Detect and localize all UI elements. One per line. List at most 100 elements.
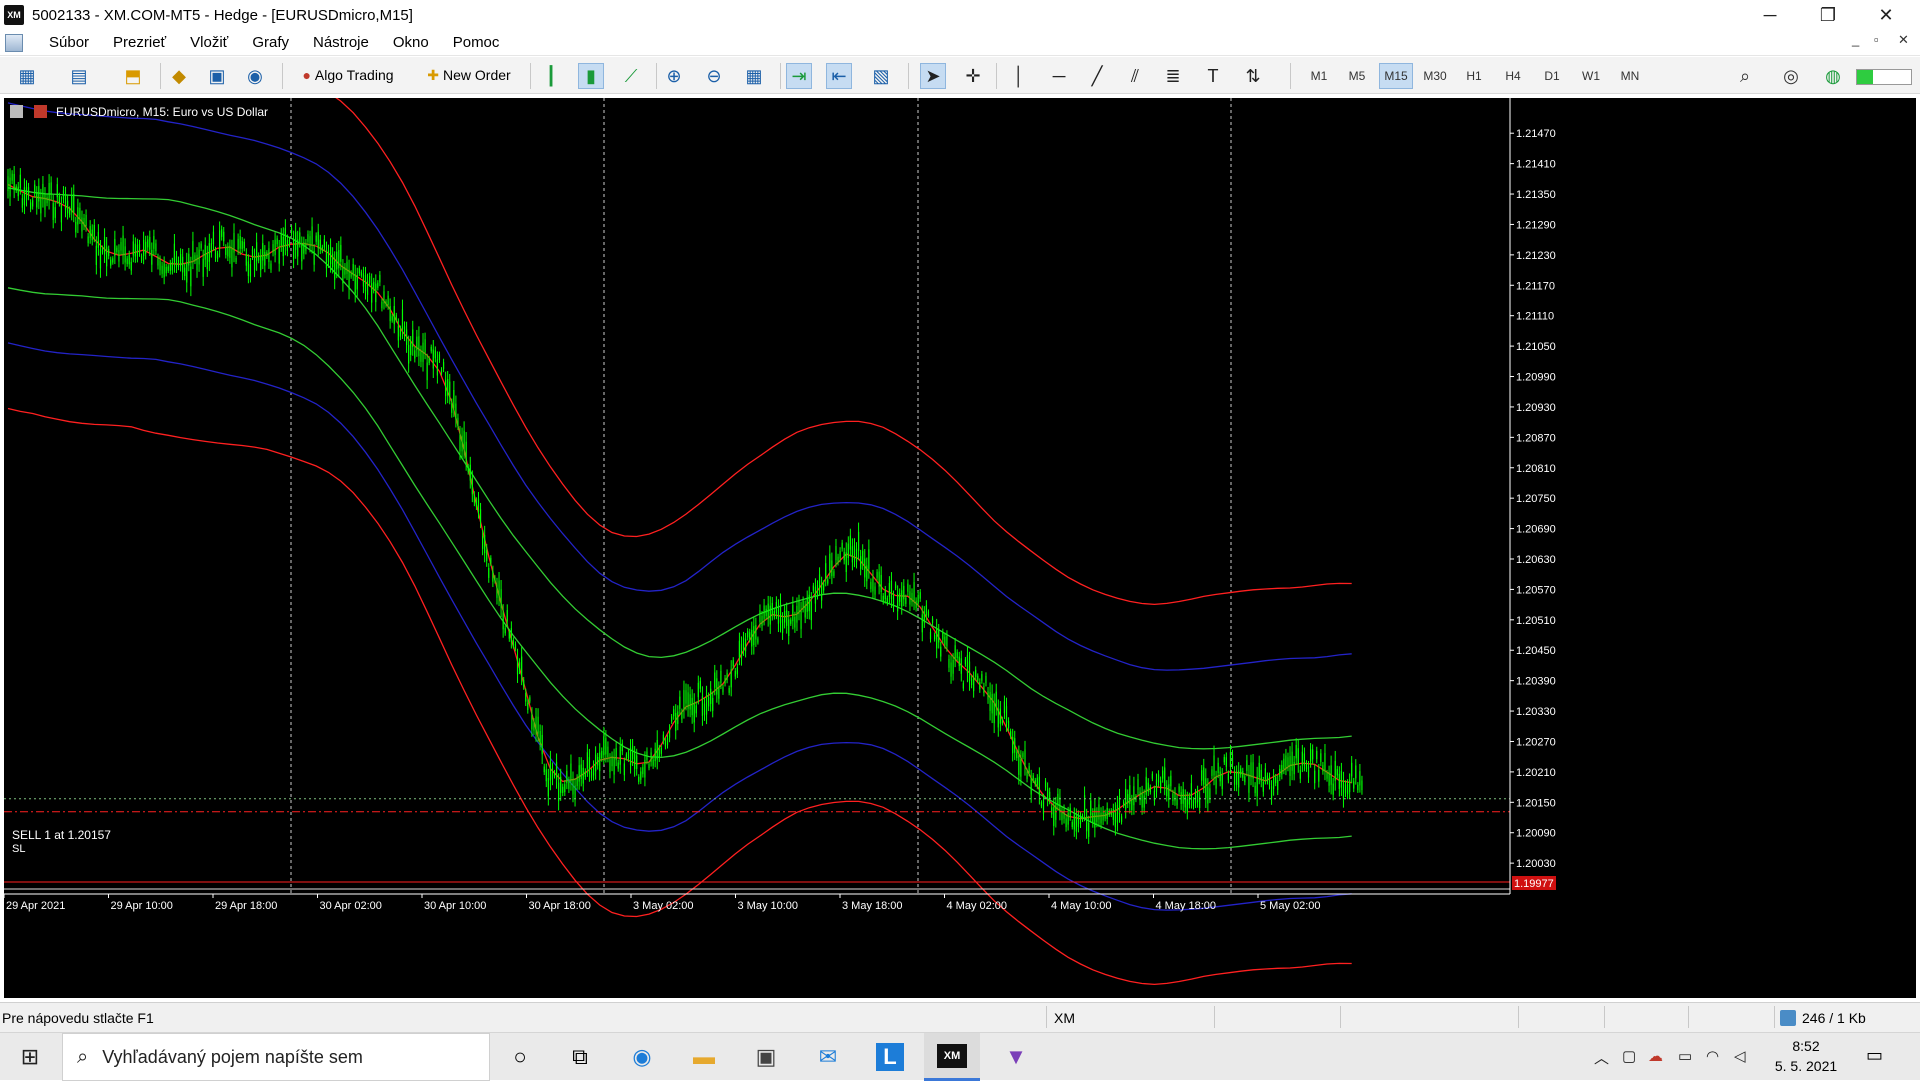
timeframe-h1[interactable]: H1 — [1457, 63, 1491, 89]
tray-device-icon[interactable]: ▢ — [1622, 1047, 1636, 1065]
volume-icon[interactable]: ◁ — [1734, 1047, 1746, 1065]
candle-body — [654, 748, 656, 762]
data-window-icon[interactable]: ◆ — [166, 63, 192, 89]
menu-prezriet[interactable]: Prezrieť — [101, 34, 178, 51]
timeframe-m15[interactable]: M15 — [1379, 63, 1413, 89]
grid-icon[interactable]: ▦ — [741, 63, 767, 89]
candle-body — [451, 403, 453, 413]
candle-body — [970, 678, 973, 686]
price-label: 1.21470 — [1516, 128, 1556, 140]
candlestick-chart-icon[interactable]: ▮ — [578, 63, 604, 89]
minimize-button[interactable]: ─ — [1742, 0, 1798, 30]
profiles-icon[interactable]: ▤ — [66, 63, 92, 89]
candle-body — [130, 261, 132, 271]
candle-body — [1047, 788, 1049, 801]
price-label: 1.21110 — [1516, 311, 1554, 323]
task-view-icon[interactable]: ⧉ — [552, 1033, 608, 1081]
menu-subor[interactable]: Súbor — [37, 34, 101, 51]
mdi-restore-button[interactable]: ▫ — [1874, 32, 1879, 47]
cursor-icon[interactable]: ➤ — [920, 63, 946, 89]
candle-body — [210, 243, 212, 253]
close-button[interactable]: ✕ — [1858, 0, 1914, 30]
crosshair-icon[interactable]: ✛ — [960, 63, 986, 89]
menu-vlozit[interactable]: Vložiť — [178, 34, 240, 51]
equidistant-channel-icon[interactable]: ⫽ — [1122, 63, 1148, 89]
notification-icon[interactable]: ▭ — [1866, 1045, 1883, 1066]
menu-grafy[interactable]: Grafy — [240, 34, 301, 51]
candle-body — [410, 342, 412, 355]
xm-mt5-taskbar-icon[interactable]: XM — [924, 1033, 980, 1081]
candle-body — [1057, 793, 1059, 806]
account-icon[interactable]: ◎ — [1778, 63, 1804, 89]
chart-canvas[interactable]: 1.19977 1.21470 1.21410 1.21350 1.21290 1.21… — [4, 98, 1916, 998]
vertical-line-icon[interactable]: │ — [1006, 63, 1032, 89]
menu-pomoc[interactable]: Pomoc — [441, 34, 512, 51]
fibonacci-icon[interactable]: ≣ — [1160, 63, 1186, 89]
market-watch-icon[interactable]: ⬒ — [120, 63, 146, 89]
trendline-icon[interactable]: ╱ — [1084, 63, 1110, 89]
mdi-minimize-button[interactable]: _ — [1852, 32, 1859, 47]
candle-body — [973, 678, 975, 692]
edge-icon[interactable]: ◉ — [614, 1033, 670, 1081]
start-button[interactable]: ⊞ — [0, 1033, 60, 1081]
candle-body — [597, 757, 599, 766]
timeframe-d1[interactable]: D1 — [1535, 63, 1569, 89]
purple-app-icon[interactable]: ▼ — [988, 1033, 1044, 1081]
chart-window-icon[interactable] — [5, 33, 23, 52]
candle-body — [479, 509, 482, 522]
tray-onedrive-icon[interactable]: ☁ — [1648, 1047, 1663, 1065]
candle-body — [157, 257, 159, 266]
algo-trading-button[interactable]: ● Algo Trading — [288, 61, 408, 89]
timeframe-m5[interactable]: M5 — [1340, 63, 1374, 89]
traffic-icon — [1780, 1010, 1796, 1026]
price-chart[interactable]: 1.19977 1.21470 1.21410 1.21350 1.21290 1.21… — [4, 98, 1916, 998]
autoscroll-icon[interactable]: ⇥ — [786, 63, 812, 89]
file-explorer-icon[interactable]: ▬ — [676, 1033, 732, 1081]
timeframe-mn[interactable]: MN — [1613, 63, 1647, 89]
candle-body — [1001, 718, 1003, 724]
menu-okno[interactable]: Okno — [381, 34, 441, 51]
timeframe-w1[interactable]: W1 — [1574, 63, 1608, 89]
clock[interactable]: 8:52 5. 5. 2021 — [1772, 1036, 1840, 1076]
zoom-in-icon[interactable]: ⊕ — [661, 63, 687, 89]
candle-body — [249, 264, 252, 277]
candle-body — [1061, 811, 1063, 821]
line-chart-icon[interactable]: ⟋ — [618, 63, 644, 89]
vps-icon[interactable]: ◍ — [1820, 63, 1846, 89]
mdi-close-button[interactable]: ✕ — [1898, 32, 1909, 48]
search-icon[interactable]: ⌕ — [1732, 63, 1758, 89]
timeframe-m30[interactable]: M30 — [1418, 63, 1452, 89]
arrows-icon[interactable]: ⇅ — [1240, 63, 1266, 89]
cortana-icon[interactable]: ○ — [492, 1033, 548, 1081]
taskbar-search[interactable]: ⌕ Vyhľadávaný pojem napíšte sem — [62, 1033, 490, 1081]
mail-icon[interactable]: ✉ — [800, 1033, 856, 1081]
timeframe-h4[interactable]: H4 — [1496, 63, 1530, 89]
menu-nastroje[interactable]: Nástroje — [301, 34, 381, 51]
battery-icon[interactable]: ▭ — [1678, 1047, 1692, 1065]
candle-body — [253, 255, 256, 270]
wifi-icon[interactable]: ◠ — [1706, 1047, 1719, 1065]
zoom-out-icon[interactable]: ⊖ — [701, 63, 727, 89]
horizontal-line-icon[interactable]: ─ — [1046, 63, 1072, 89]
candle-body — [1275, 777, 1277, 784]
new-chart-icon[interactable]: ▦ — [14, 63, 40, 89]
chart-shift-icon[interactable]: ⇤ — [826, 63, 852, 89]
candle-body — [878, 571, 880, 587]
candle-body — [486, 549, 488, 562]
candle-body — [617, 762, 619, 769]
candle-body — [545, 769, 547, 782]
candle-body — [475, 500, 478, 507]
navigator-icon[interactable]: ▣ — [204, 63, 230, 89]
store-icon[interactable]: ▣ — [738, 1033, 794, 1081]
maximize-button[interactable]: ❐ — [1800, 0, 1856, 30]
templates-icon[interactable]: ▧ — [868, 63, 894, 89]
xm-app-icon: XM — [4, 5, 24, 25]
new-order-button[interactable]: ✚ New Order — [414, 61, 524, 89]
timeframe-m1[interactable]: M1 — [1302, 63, 1336, 89]
l-app-icon[interactable]: L — [862, 1033, 918, 1081]
text-icon[interactable]: T — [1200, 63, 1226, 89]
candle-body — [812, 585, 814, 591]
signals-icon[interactable]: ◉ — [242, 63, 268, 89]
bar-chart-icon[interactable]: ┃ — [538, 63, 564, 89]
tray-chevron-icon[interactable]: ︿ — [1594, 1047, 1609, 1068]
